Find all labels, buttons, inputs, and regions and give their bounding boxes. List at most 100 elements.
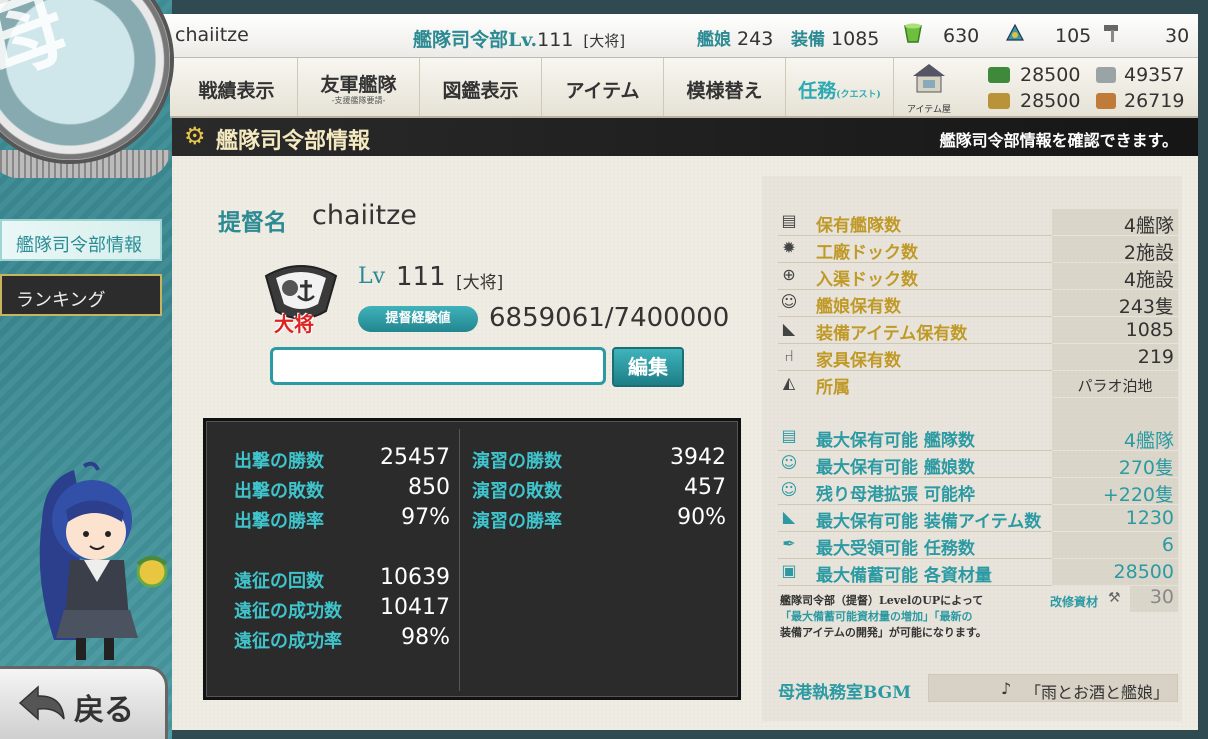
- ammo-resource: 28500: [988, 90, 1080, 112]
- top-status-bar: chaiitze 艦隊司令部Lv.111 [大将] 艦娘 243 装備 1085…: [163, 14, 1198, 58]
- rank-text: [大将]: [456, 273, 504, 293]
- equip-count-value: 1085: [831, 28, 880, 50]
- info-row-max-fleets: ▤ 最大保有可能 艦隊数 4艦隊: [778, 424, 1178, 452]
- level-label: Lv: [358, 264, 386, 289]
- info-value-box: [1052, 398, 1178, 424]
- bgm-value: 「雨とお酒と艦娘」: [1025, 683, 1170, 702]
- info-value: パラオ泊地: [1077, 377, 1153, 395]
- gear-icon: ⚙: [184, 122, 206, 150]
- info-value-box: 4艦隊: [1052, 424, 1178, 452]
- hq-level-value: 111: [537, 29, 574, 51]
- nav-encyclopedia[interactable]: 図鑑表示: [420, 58, 542, 116]
- info-value-box: 4施設: [1052, 263, 1178, 291]
- nav-furniture[interactable]: 模様替え: [664, 58, 786, 116]
- hq-rank: [大将]: [583, 32, 626, 50]
- admiral-name: chaiitze: [312, 200, 417, 231]
- equipment-icon: ◣: [782, 507, 796, 526]
- rank-badge-label: 大将: [274, 312, 314, 336]
- stat-value: 850: [408, 475, 450, 500]
- admiral-name-label: 提督名: [218, 209, 287, 236]
- fleet-icon: ▤: [781, 211, 797, 230]
- stat-label: 出撃の勝率: [234, 511, 324, 532]
- stat-label: 出撃の敗数: [234, 481, 324, 502]
- nav-encyclopedia-label: 図鑑表示: [442, 80, 519, 102]
- back-arrow-icon: [16, 683, 68, 732]
- info-row-construction-docks: ✹ 工廠ドック数 2施設: [778, 236, 1178, 264]
- quill-icon: ✒: [782, 534, 796, 553]
- info-value: 4艦隊: [1123, 430, 1174, 452]
- section-description: 艦隊司令部情報を確認できます。: [939, 131, 1178, 150]
- info-value: 6: [1161, 534, 1174, 556]
- stat-label: 出撃の勝数: [234, 451, 324, 472]
- info-value-box: 6: [1052, 532, 1178, 558]
- stat-value: 10639: [380, 565, 450, 590]
- hq-level: 艦隊司令部Lv.111 [大将]: [413, 25, 625, 52]
- equip-count: 装備 1085: [791, 25, 879, 50]
- divider: [778, 585, 1052, 586]
- info-row-ships: ☺ 艦娘保有数 243隻: [778, 290, 1178, 318]
- back-button-label: 戻る: [74, 693, 134, 728]
- improve-material-value: 30: [1130, 586, 1178, 612]
- hq-level-label: 艦隊司令部Lv.: [413, 29, 538, 51]
- stat-value: 98%: [401, 625, 450, 650]
- cog-icon: ✹: [782, 238, 796, 257]
- info-row-max-resources: ▣ 最大備蓄可能 各資材量 28500: [778, 559, 1178, 586]
- info-value: 2施設: [1123, 242, 1174, 264]
- stat-label: 演習の勝率: [472, 511, 562, 532]
- info-value: 1230: [1125, 507, 1174, 529]
- info-label: 最大備蓄可能 各資材量: [816, 566, 992, 586]
- info-value-box: 243隻: [1052, 290, 1178, 318]
- info-value: 1085: [1125, 319, 1174, 341]
- info-row-max-ships: ☺ 最大保有可能 艦娘数 270隻: [778, 451, 1178, 479]
- chair-icon: ⑁: [784, 346, 794, 365]
- stats-divider: [459, 429, 460, 691]
- nav-battle-record-label: 戦績表示: [198, 80, 275, 102]
- bauxite-value: 26719: [1124, 90, 1185, 112]
- bgm-label: 母港執務室BGM: [778, 683, 912, 703]
- item-shop-button[interactable]: アイテム屋: [900, 62, 958, 115]
- exp-label: 提督経験値: [358, 306, 478, 332]
- info-value: 4艦隊: [1123, 215, 1174, 237]
- ammo-value: 28500: [1020, 90, 1081, 112]
- fuel-icon: [988, 67, 1010, 83]
- info-row-furniture: ⑁ 家具保有数 219: [778, 344, 1178, 371]
- side-item-ranking[interactable]: ランキング: [0, 274, 162, 316]
- emblem-glyph: 母: [0, 0, 81, 98]
- info-value-box: パラオ泊地: [1052, 371, 1178, 397]
- back-button[interactable]: 戻る: [0, 666, 168, 739]
- nav-friend-fleet-label: 友軍艦隊: [320, 74, 397, 96]
- info-label: 最大保有可能 艦娘数: [816, 458, 975, 478]
- info-value-box: 1085: [1052, 317, 1178, 343]
- info-label: 最大保有可能 艦隊数: [816, 431, 975, 451]
- nav-friend-fleet[interactable]: 友軍艦隊 -支援艦隊要請-: [298, 58, 420, 116]
- nav-friend-fleet-sub: -支援艦隊要請-: [331, 96, 386, 105]
- shipgirl-icon: ☺: [780, 453, 798, 472]
- info-label: 艦娘保有数: [816, 297, 901, 317]
- nav-items[interactable]: アイテム: [542, 58, 664, 116]
- nav-battle-record[interactable]: 戦績表示: [176, 58, 298, 116]
- info-value-box: 28500: [1052, 559, 1178, 585]
- main-nav: 戦績表示 友軍艦隊 -支援艦隊要請- 図鑑表示 アイテム 模様替え 任務(クエス…: [170, 58, 1198, 118]
- bgm-selector[interactable]: ♪ 「雨とお酒と艦娘」: [928, 674, 1178, 702]
- rank-badge: 大将: [256, 256, 346, 336]
- bauxite-icon: [1096, 93, 1116, 109]
- fuel-value: 28500: [1020, 64, 1081, 86]
- info-value-box: 1230: [1052, 505, 1178, 531]
- nav-quests[interactable]: 任務(クエスト): [786, 58, 894, 116]
- stat-label: 遠征の回数: [234, 571, 324, 592]
- stat-value: 10417: [380, 595, 450, 620]
- edit-button[interactable]: 編集: [612, 347, 684, 387]
- info-value-box: 270隻: [1052, 451, 1178, 479]
- fuel-resource: 28500: [988, 64, 1080, 86]
- section-header: ⚙ 艦隊司令部情報 艦隊司令部情報を確認できます。: [172, 118, 1198, 156]
- dev-material-icon: [1003, 22, 1027, 49]
- side-item-hq-info[interactable]: 艦隊司令部情報: [0, 219, 162, 261]
- info-value: 243隻: [1118, 296, 1174, 318]
- info-label: 最大保有可能 装備アイテム数: [816, 512, 1042, 532]
- info-value: 270隻: [1118, 457, 1174, 479]
- steel-value: 49357: [1124, 64, 1185, 86]
- section-title: 艦隊司令部情報: [216, 128, 371, 154]
- upgrade-note-line: 艦隊司令部（提督）LevelのUPによって: [780, 594, 984, 607]
- bauxite-resource: 26719: [1096, 90, 1184, 112]
- comment-input[interactable]: [270, 347, 606, 385]
